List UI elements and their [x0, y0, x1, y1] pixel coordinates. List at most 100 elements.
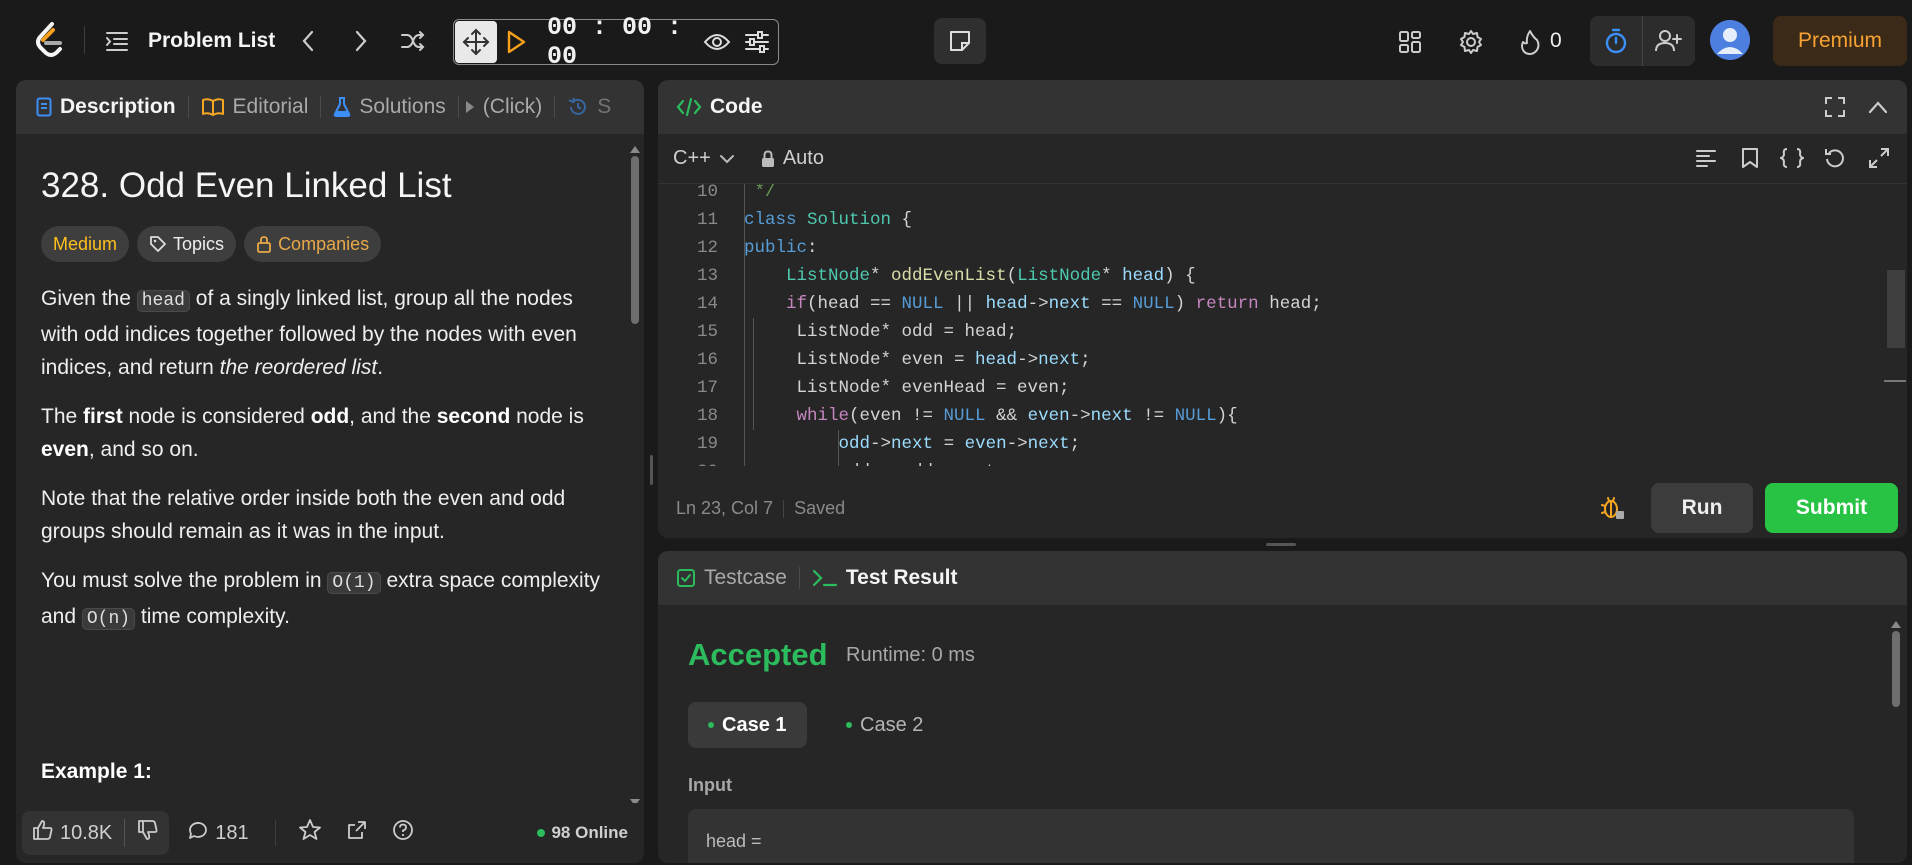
- code-editor[interactable]: 10 */ 11 class Solution { 12 public: 13 Li…: [658, 184, 1888, 466]
- streak-count: 0: [1550, 29, 1562, 52]
- tab-submissions[interactable]: S: [567, 80, 611, 134]
- description-paragraph: You must solve the problem in O(1) extra…: [41, 569, 601, 630]
- topics-chip[interactable]: Topics: [137, 226, 237, 262]
- online-dot: [537, 829, 546, 837]
- online-label: 98 Online: [551, 823, 628, 842]
- prev-problem-button[interactable]: [291, 24, 325, 58]
- verdict-label: Accepted: [688, 637, 828, 672]
- code-title-label: Code: [710, 95, 763, 118]
- companies-label: Companies: [278, 233, 370, 254]
- pass-dot: [846, 722, 852, 728]
- thumbs-up-icon[interactable]: [32, 819, 54, 847]
- input-value-box: head =: [688, 809, 1854, 863]
- shuffle-icon[interactable]: [396, 24, 430, 58]
- chevron-down-icon: [719, 154, 735, 164]
- expand-icon[interactable]: [1868, 147, 1890, 174]
- description-paragraph: Note that the relative order inside both…: [41, 487, 566, 543]
- tab-click[interactable]: (Click): [465, 80, 542, 134]
- tab-testcase[interactable]: Testcase: [676, 551, 787, 605]
- description-tabs: Description Editorial Solutions (Click) …: [16, 80, 644, 134]
- test-tabs: Testcase Test Result: [658, 551, 1907, 605]
- question-icon: [392, 819, 414, 847]
- debug-icon[interactable]: [1601, 495, 1625, 526]
- comment-count: 181: [215, 821, 249, 844]
- flask-icon: [333, 96, 351, 118]
- external-link-icon: [346, 819, 368, 847]
- reset-icon[interactable]: [1824, 147, 1846, 174]
- share-button[interactable]: [346, 819, 368, 847]
- auto-label: Auto: [782, 147, 824, 169]
- tag-icon: [149, 235, 167, 253]
- fullscreen-icon[interactable]: [1824, 96, 1846, 123]
- language-select[interactable]: C++: [673, 147, 735, 170]
- divider: [84, 26, 85, 54]
- companies-chip[interactable]: Companies: [244, 226, 382, 262]
- tab-test-result[interactable]: Test Result: [812, 551, 958, 605]
- timer-invite-group: [1590, 16, 1695, 66]
- tab-testcase-label: Testcase: [704, 566, 787, 589]
- description-panel: Description Editorial Solutions (Click) …: [16, 80, 644, 863]
- description-scrollbar[interactable]: [631, 156, 639, 324]
- runtime-label: Runtime: 0 ms: [846, 644, 975, 666]
- favorite-button[interactable]: [298, 818, 322, 848]
- tab-description[interactable]: Description: [36, 80, 176, 134]
- gear-icon[interactable]: [1451, 22, 1491, 62]
- fire-icon[interactable]: [1510, 22, 1550, 62]
- thumbs-down-icon[interactable]: [137, 819, 159, 847]
- format-icon[interactable]: [1695, 148, 1717, 173]
- layout-icon[interactable]: [1390, 22, 1430, 62]
- bookmark-icon[interactable]: [1741, 147, 1759, 174]
- code-title: Code: [676, 95, 763, 119]
- avatar[interactable]: [1710, 20, 1750, 60]
- list-icon[interactable]: [104, 28, 130, 54]
- language-label: C++: [673, 147, 711, 169]
- editor-status: Ln 23, Col 7 Saved: [676, 498, 845, 519]
- code-scrollbar[interactable]: [1887, 270, 1905, 348]
- cursor-position: Ln 23, Col 7: [676, 498, 774, 518]
- description-paragraph: Given the head of a singly linked list, …: [41, 287, 577, 379]
- horizontal-splitter[interactable]: [1266, 543, 1296, 546]
- difficulty-badge[interactable]: Medium: [41, 226, 130, 262]
- notes-button[interactable]: [934, 18, 986, 64]
- auto-mode[interactable]: Auto: [761, 147, 824, 170]
- move-icon[interactable]: [455, 21, 497, 63]
- eye-icon[interactable]: [697, 21, 737, 63]
- problem-title: 328. Odd Even Linked List: [41, 166, 452, 205]
- timer-display: 00 : 00 : 00: [547, 13, 683, 71]
- premium-button[interactable]: Premium: [1773, 16, 1907, 66]
- tab-editorial[interactable]: Editorial: [201, 80, 308, 134]
- stopwatch-icon[interactable]: [1590, 16, 1642, 66]
- tab-test-result-label: Test Result: [845, 566, 958, 589]
- braces-icon[interactable]: [1777, 147, 1807, 174]
- saved-status: Saved: [794, 498, 846, 518]
- book-icon: [201, 98, 225, 116]
- comments-button[interactable]: 181: [187, 819, 249, 847]
- timer-widget: 00 : 00 : 00: [453, 13, 779, 71]
- online-count: 98 Online: [537, 823, 628, 843]
- case-tab[interactable]: Case 2: [826, 702, 943, 748]
- vertical-splitter[interactable]: [650, 455, 653, 485]
- submit-button[interactable]: Submit: [1765, 483, 1898, 533]
- code-icon: [676, 97, 702, 117]
- test-panel: Testcase Test Result Accepted Runtime: 0…: [658, 551, 1907, 863]
- tab-solutions-label: Solutions: [359, 95, 446, 118]
- leetcode-logo-icon[interactable]: [30, 20, 70, 60]
- top-bar: Problem List 00 : 00 : 00 0 Premium: [0, 0, 1912, 80]
- lock-icon: [256, 235, 272, 253]
- result-scrollbar[interactable]: [1892, 631, 1900, 707]
- like-dislike-group: 10.8K: [22, 811, 170, 855]
- tab-solutions[interactable]: Solutions: [333, 80, 446, 134]
- help-button[interactable]: [392, 819, 414, 847]
- code-header: Code: [658, 80, 1907, 134]
- play-icon[interactable]: [497, 21, 535, 63]
- run-button[interactable]: Run: [1651, 483, 1753, 533]
- problem-list-link[interactable]: Problem List: [148, 24, 275, 58]
- next-problem-button[interactable]: [344, 24, 378, 58]
- input-value: head =: [706, 831, 762, 851]
- problem-tags: Medium Topics Companies: [41, 226, 609, 262]
- sliders-icon[interactable]: [737, 21, 777, 63]
- case-tab[interactable]: Case 1: [688, 702, 807, 748]
- add-user-icon[interactable]: [1643, 16, 1695, 66]
- collapse-icon[interactable]: [1868, 98, 1888, 119]
- checkbox-icon: [676, 568, 696, 588]
